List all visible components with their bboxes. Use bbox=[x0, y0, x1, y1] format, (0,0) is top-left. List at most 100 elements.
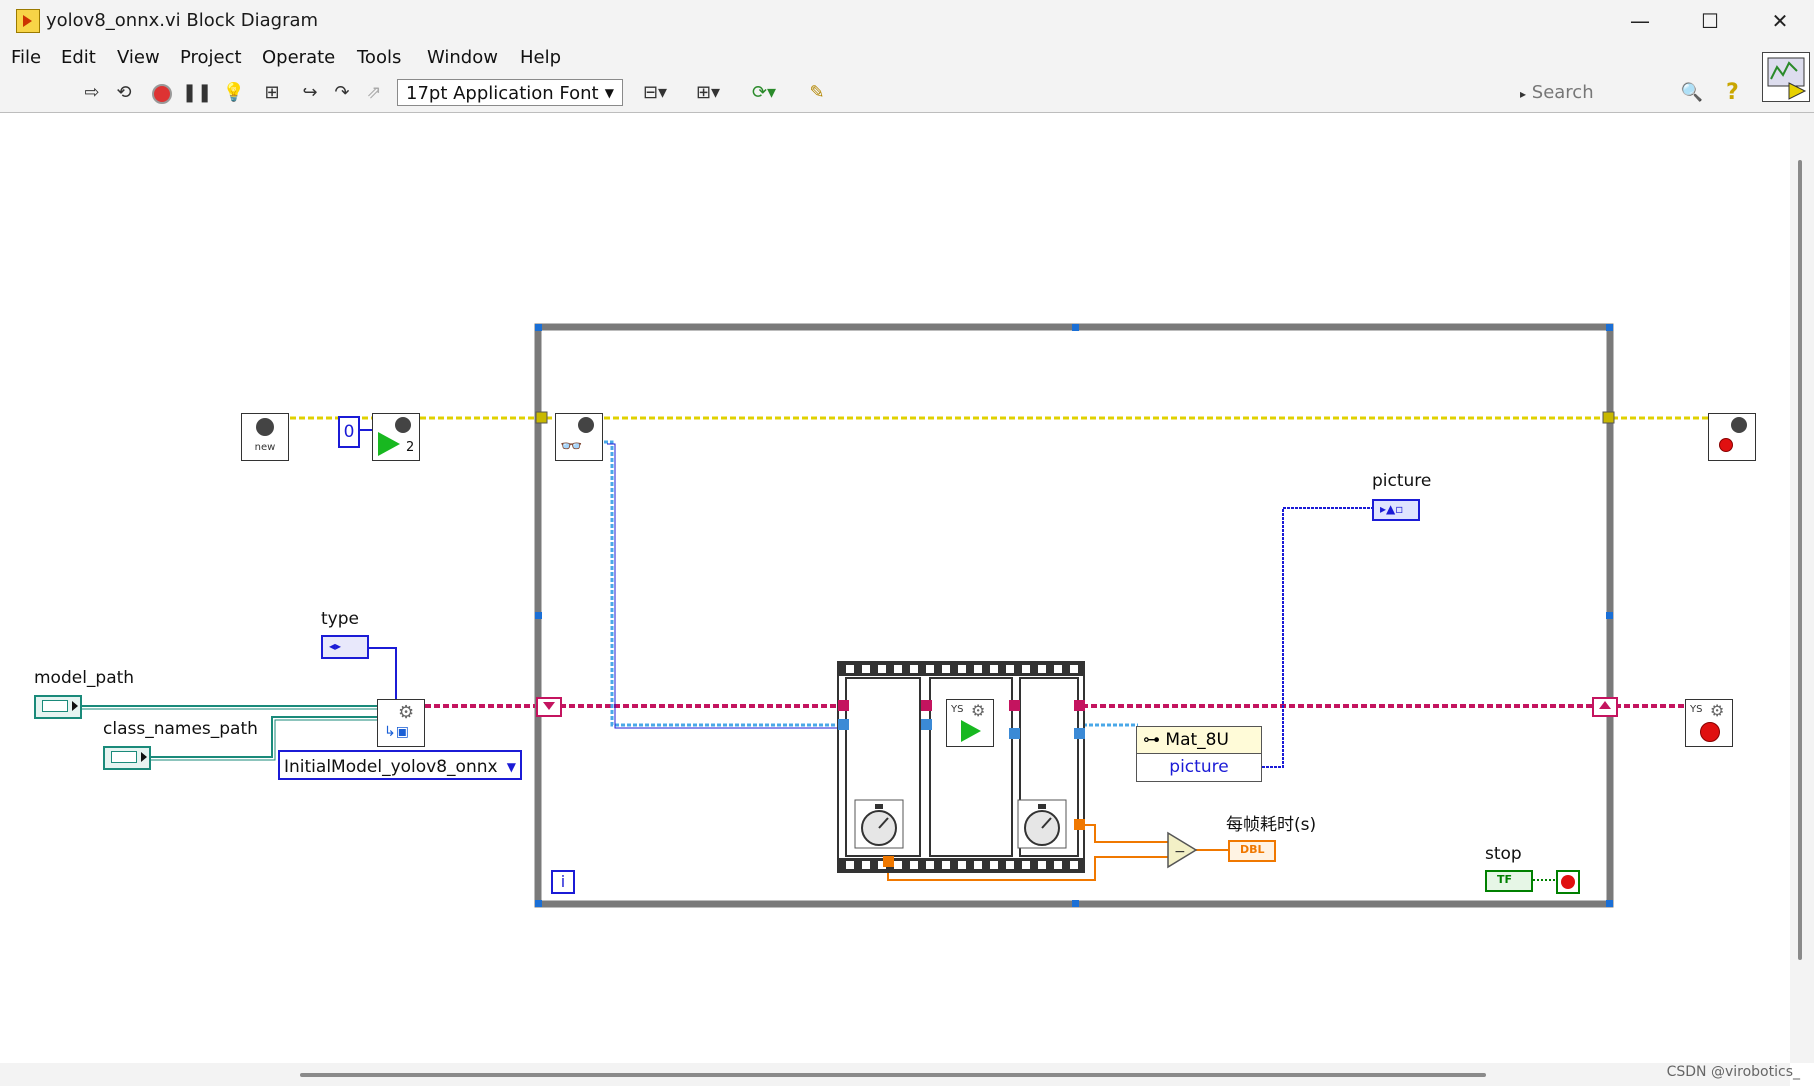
play-triangle-icon bbox=[961, 720, 981, 742]
align-objects-icon[interactable]: ⊟▾ bbox=[637, 82, 673, 104]
abort-icon[interactable] bbox=[150, 82, 174, 104]
context-help-icon[interactable]: ? bbox=[1726, 80, 1739, 105]
enum-icon: ◂▸ bbox=[329, 639, 342, 653]
chevron-down-icon: ▼ bbox=[604, 86, 614, 100]
iteration-terminal: i bbox=[551, 870, 575, 894]
horizontal-scrollbar-thumb[interactable] bbox=[300, 1073, 1486, 1077]
clean-up-diagram-icon[interactable]: ✎ bbox=[802, 82, 832, 104]
camera-start-node[interactable]: 2 bbox=[372, 413, 420, 461]
run-continuously-icon[interactable]: ⟲ bbox=[112, 82, 136, 104]
stop-label: stop bbox=[1485, 844, 1522, 864]
labview-app-icon bbox=[16, 9, 40, 33]
menu-window[interactable]: Window bbox=[427, 47, 498, 68]
class-names-path-terminal[interactable] bbox=[103, 746, 151, 770]
initial-model-enum-constant[interactable]: InitialModel_yolov8_onnx ▼ bbox=[278, 750, 522, 780]
camera-index-label: 2 bbox=[406, 440, 415, 455]
step-over-icon[interactable]: ↷ bbox=[330, 82, 354, 104]
maximize-button[interactable]: ☐ bbox=[1680, 4, 1740, 38]
distribute-objects-icon[interactable]: ⊞▾ bbox=[690, 82, 726, 104]
step-out-icon[interactable]: ⇗ bbox=[362, 82, 386, 104]
picture-label: picture bbox=[1372, 471, 1432, 491]
mat-8u-label: Mat_8U bbox=[1165, 730, 1229, 750]
dbl-label: DBL bbox=[1240, 843, 1265, 856]
menu-help[interactable]: Help bbox=[520, 47, 561, 68]
frame-time-indicator[interactable]: DBL bbox=[1228, 840, 1276, 862]
path-icon bbox=[42, 700, 68, 712]
stop-dot-icon bbox=[1700, 722, 1720, 742]
webcam-icon bbox=[256, 418, 274, 436]
camera-read-node[interactable]: 👓 bbox=[555, 413, 603, 461]
loop-condition-terminal[interactable] bbox=[1556, 870, 1580, 894]
path-icon bbox=[111, 751, 137, 763]
run-arrow-icon[interactable]: ⇨ bbox=[80, 82, 104, 104]
webcam-icon bbox=[578, 417, 594, 433]
picture-indicator[interactable]: ▸▲▫ bbox=[1372, 499, 1420, 521]
menu-operate[interactable]: Operate bbox=[262, 47, 335, 68]
font-selector-value: 17pt Application Font bbox=[406, 83, 599, 104]
vi-icon-graphic bbox=[1767, 57, 1807, 100]
camera-new-node[interactable]: new bbox=[241, 413, 289, 461]
font-selector[interactable]: 17pt Application Font ▼ bbox=[397, 79, 623, 106]
toolbar: ⇨ ⟲ ❚❚ 💡 ⊞ ↪ ↷ ⇗ 17pt Application Font ▼ … bbox=[0, 74, 1814, 113]
chevron-down-icon: ▼ bbox=[506, 760, 516, 774]
camera-close-node[interactable] bbox=[1708, 413, 1756, 461]
menu-file[interactable]: File bbox=[11, 47, 41, 68]
search-icon[interactable]: 🔍 bbox=[1680, 82, 1704, 104]
diagram-wires: − bbox=[80, 323, 1708, 908]
reorder-icon[interactable]: ⟳▾ bbox=[746, 82, 782, 104]
menu-edit[interactable]: Edit bbox=[61, 47, 96, 68]
svg-text:−: − bbox=[1174, 844, 1186, 860]
minimize-button[interactable]: — bbox=[1610, 4, 1670, 38]
release-model-node[interactable]: YS ⚙ bbox=[1685, 699, 1733, 747]
vertical-scrollbar-thumb[interactable] bbox=[1798, 160, 1802, 960]
step-into-icon[interactable]: ↪ bbox=[298, 82, 322, 104]
model-path-label: model_path bbox=[34, 668, 135, 688]
type-label: type bbox=[321, 609, 359, 629]
search-expand-icon: ▸ bbox=[1520, 87, 1527, 101]
class-names-path-label: class_names_path bbox=[103, 719, 258, 739]
window-title: yolov8_onnx.vi Block Diagram bbox=[46, 10, 319, 31]
menu-view[interactable]: View bbox=[117, 47, 160, 68]
shift-register-left[interactable] bbox=[536, 697, 562, 717]
type-terminal[interactable]: ◂▸ bbox=[321, 635, 369, 659]
enum-value: InitialModel_yolov8_onnx bbox=[284, 757, 498, 777]
gear-icon: ⚙ bbox=[971, 701, 986, 720]
tf-label: TF bbox=[1497, 873, 1513, 886]
search-placeholder: Search bbox=[1531, 82, 1594, 103]
menu-project[interactable]: Project bbox=[180, 47, 242, 68]
shift-register-right[interactable] bbox=[1592, 697, 1618, 717]
model-load-icon: ↳▣ bbox=[384, 724, 409, 740]
block-diagram-canvas[interactable]: − new 0 2 👓 model_path class_names_path … bbox=[0, 113, 1790, 1063]
stop-sign-icon bbox=[1561, 875, 1575, 889]
close-button[interactable]: ✕ bbox=[1750, 4, 1810, 38]
search-field[interactable]: ▸ Search bbox=[1520, 80, 1700, 106]
initial-model-node[interactable]: ⚙ ↳▣ bbox=[377, 699, 425, 747]
new-label: new bbox=[254, 442, 276, 453]
stop-button-terminal[interactable]: TF bbox=[1485, 870, 1533, 892]
yolo-inference-node[interactable]: YS ⚙ bbox=[946, 699, 994, 747]
vertical-scrollbar[interactable] bbox=[1790, 113, 1814, 1063]
menu-tools[interactable]: Tools bbox=[357, 47, 401, 68]
watermark: CSDN @virobotics_ bbox=[1666, 1064, 1800, 1080]
webcam-icon bbox=[395, 417, 411, 433]
ys-label: YS bbox=[951, 704, 964, 715]
pause-icon[interactable]: ❚❚ bbox=[182, 82, 212, 104]
ys-label: YS bbox=[1690, 704, 1703, 715]
highlight-execution-bulb-icon[interactable]: 💡 bbox=[222, 82, 246, 104]
up-arrow-icon bbox=[1599, 701, 1611, 709]
title-bar: yolov8_onnx.vi Block Diagram — ☐ ✕ bbox=[0, 0, 1814, 43]
stopwatch-icon bbox=[1017, 799, 1067, 849]
gear-icon: ⚙ bbox=[1710, 701, 1725, 720]
vi-icon[interactable] bbox=[1762, 52, 1810, 102]
index-constant[interactable]: 0 bbox=[338, 416, 360, 448]
stop-dot-icon bbox=[1719, 438, 1733, 452]
model-path-terminal[interactable] bbox=[34, 695, 82, 719]
down-arrow-icon bbox=[543, 702, 555, 710]
glasses-icon: 👓 bbox=[560, 436, 583, 457]
terminal-arrow-icon bbox=[72, 701, 78, 711]
mat-8u-property-node[interactable]: ⊶ Mat_8U picture bbox=[1136, 726, 1262, 782]
mat-picture-property: picture bbox=[1169, 757, 1229, 777]
stopwatch-icon bbox=[854, 799, 904, 849]
key-icon: ⊶ bbox=[1143, 730, 1160, 750]
retain-wire-values-icon[interactable]: ⊞ bbox=[260, 82, 284, 104]
